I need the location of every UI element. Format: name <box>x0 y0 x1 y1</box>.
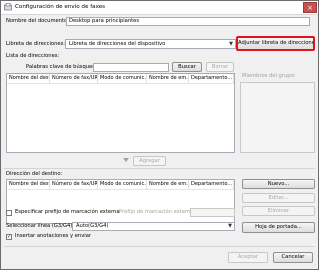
column-header[interactable]: Nombre del destino <box>7 180 50 189</box>
insert-annotations-checkbox[interactable]: ✓ <box>6 234 12 240</box>
destination-header: Nombre del destino Número de fax/URI Mod… <box>7 180 234 190</box>
column-header[interactable]: Nombre de em... <box>147 74 189 83</box>
resize-grip-icon[interactable]: ⋰ <box>312 263 317 268</box>
chevron-down-icon: ▼ <box>229 41 233 47</box>
attach-address-book-button[interactable]: Adjuntar libreta de direcciones <box>236 36 315 51</box>
column-header[interactable]: Departamento... <box>189 180 234 189</box>
external-prefix-field-label: Prefijo de marcación externa: <box>119 209 196 215</box>
destination-label: Dirección del destino: <box>6 171 63 177</box>
fax-settings-dialog: Configuración de envío de faxes × Nombre… <box>0 0 319 270</box>
address-book-label: Libreta de direcciones: <box>6 41 66 47</box>
edit-destination-button[interactable]: Editar... <box>242 193 315 203</box>
insert-annotations-label: Insertar anotaciones y enviar <box>15 233 92 239</box>
close-button[interactable]: × <box>303 2 317 13</box>
column-header[interactable]: Modo de comunic... <box>98 180 147 189</box>
document-name-input[interactable]: Desktop para principiantes <box>66 17 310 26</box>
address-book-select[interactable]: Libreta de direcciones del dispositivo ▼ <box>65 39 236 49</box>
add-button[interactable]: Agregar <box>133 156 166 166</box>
fax-icon <box>4 3 12 11</box>
address-book-selected: Libreta de direcciones del dispositivo <box>69 41 166 47</box>
destination-table[interactable]: Nombre del destino Número de fax/URI Mod… <box>6 179 235 224</box>
external-prefix-checkbox[interactable] <box>6 210 12 216</box>
column-header[interactable]: Número de fax/URI <box>50 74 98 83</box>
document-name-label: Nombre del documento: <box>6 18 69 24</box>
cover-sheet-button[interactable]: Hoja de portada... <box>242 222 315 233</box>
column-header[interactable]: Nombre de em... <box>147 180 189 189</box>
group-members-label: Miembros del grupo: <box>242 73 296 79</box>
line-selected: Auto(G3/G4) <box>76 223 109 229</box>
clear-button[interactable]: Borrar <box>206 62 234 72</box>
search-input[interactable] <box>93 63 169 72</box>
group-members-list <box>240 82 315 153</box>
column-header[interactable]: Nombre del destino <box>7 74 50 83</box>
search-keywords-label: Palabras clave de búsqueda: <box>26 64 101 70</box>
chevron-down-icon: ▼ <box>228 223 232 229</box>
new-destination-button[interactable]: Nuevo... <box>242 179 315 189</box>
window-title: Configuración de envío de faxes <box>15 4 106 10</box>
footer-divider <box>4 246 315 247</box>
section-divider <box>4 168 315 169</box>
address-list-header: Nombre del destino Número de fax/URI Mod… <box>7 74 234 84</box>
cancel-button[interactable]: Cancelar <box>273 252 313 263</box>
delete-destination-button[interactable]: Eliminar <box>242 206 315 216</box>
address-list-table[interactable]: Nombre del destino Número de fax/URI Mod… <box>6 73 235 153</box>
address-list-label: Lista de direcciones: <box>6 53 60 59</box>
column-header[interactable]: Modo de comunic... <box>98 74 147 83</box>
search-button[interactable]: Buscar <box>172 62 202 72</box>
title-bar: Configuración de envío de faxes × <box>1 1 318 15</box>
external-prefix-checkbox-label: Especificar prefijo de marcación externa <box>15 209 120 215</box>
external-prefix-input[interactable] <box>190 208 235 217</box>
column-header[interactable]: Departamento... <box>189 74 234 83</box>
arrow-down-icon <box>123 158 129 162</box>
line-select[interactable]: Auto(G3/G4) ▼ <box>72 222 235 231</box>
accept-button[interactable]: Aceptar <box>228 252 268 263</box>
column-header[interactable]: Número de fax/URI <box>50 180 98 189</box>
line-select-label: Seleccionar línea (G3/G4): <box>6 223 75 229</box>
